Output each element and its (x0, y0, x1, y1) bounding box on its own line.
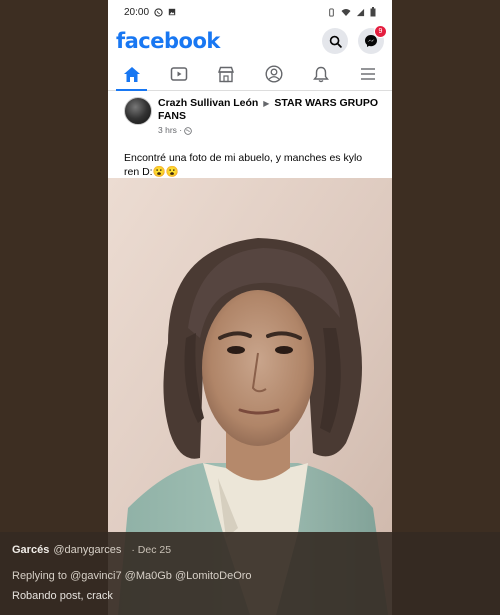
search-button[interactable] (322, 28, 348, 54)
search-icon (329, 35, 342, 48)
menu-icon (361, 68, 376, 80)
status-bar: 20:00 (108, 0, 392, 24)
battery-icon (370, 7, 376, 17)
post-author[interactable]: Crazh Sullivan León (158, 97, 258, 109)
avatar[interactable] (124, 97, 152, 125)
home-icon (123, 66, 140, 82)
tweet-text: Robando post, crack (12, 590, 113, 602)
tab-profile[interactable] (250, 58, 297, 90)
facebook-nav-bar (108, 58, 392, 91)
tweet-replying-to[interactable]: Replying to @gavinci7 @Ma0Gb @LomitoDeOr… (12, 570, 252, 582)
tweet-date[interactable]: · Dec 25 (131, 544, 171, 556)
marketplace-icon (218, 66, 235, 82)
messenger-button[interactable]: 9 (358, 25, 387, 54)
vibrate-icon (329, 7, 334, 17)
bell-icon (313, 66, 329, 82)
profile-icon (265, 65, 283, 83)
facebook-header: facebook 9 (108, 24, 392, 58)
tweet-header: Garcés @danygarces · Dec 25 (12, 544, 171, 556)
post-header: Crazh Sullivan León ▶ STAR WARS GRUPO FA… (108, 91, 392, 137)
facebook-logo[interactable]: facebook (116, 29, 220, 53)
signal-icon (356, 8, 365, 16)
status-time: 20:00 (124, 6, 150, 18)
post-arrow: ▶ (263, 99, 270, 108)
tab-watch[interactable] (155, 58, 202, 90)
messenger-badge: 9 (374, 25, 387, 38)
phone-screenshot: 20:00 facebook 9 Crazh Sullivan León ▶ S… (108, 0, 392, 615)
post-meta: Crazh Sullivan León ▶ STAR WARS GRUPO FA… (158, 97, 384, 137)
watch-icon (170, 67, 188, 81)
wifi-icon (341, 8, 351, 16)
post-time[interactable]: 3 hrs · (158, 124, 182, 137)
tab-home[interactable] (108, 58, 155, 91)
post-time-row: 3 hrs · (158, 124, 384, 137)
globe-icon (184, 126, 192, 135)
tab-menu[interactable] (345, 58, 392, 90)
whatsapp-icon (154, 7, 163, 17)
tweet-author-handle[interactable]: @danygarces (53, 544, 121, 556)
tweet-author-name[interactable]: Garcés (12, 544, 49, 556)
tweet-reply: Garcés @danygarces · Dec 25 Replying to … (0, 532, 500, 615)
tab-marketplace[interactable] (203, 58, 250, 90)
tab-notifications[interactable] (297, 58, 344, 90)
gallery-icon (168, 8, 176, 16)
